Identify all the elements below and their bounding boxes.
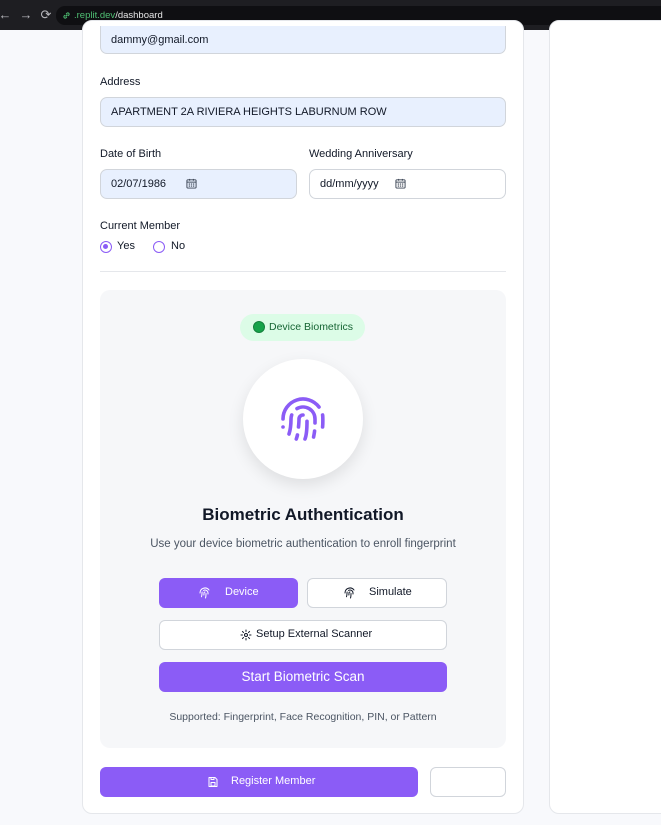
radio-yes[interactable]: [100, 241, 112, 253]
side-card: [549, 20, 661, 814]
simulate-button[interactable]: Simulate: [307, 578, 447, 608]
anniversary-placeholder: dd/mm/yyyy: [320, 178, 379, 190]
reload-icon[interactable]: ⟳: [38, 7, 54, 23]
radio-no-label[interactable]: No: [171, 240, 185, 252]
fingerprint-icon: [199, 587, 210, 599]
start-biometric-scan-button[interactable]: Start Biometric Scan: [159, 662, 447, 692]
radio-yes-label[interactable]: Yes: [117, 240, 135, 252]
divider: [100, 271, 506, 272]
supported-methods-text: Supported: Fingerprint, Face Recognition…: [169, 711, 437, 723]
dob-input[interactable]: 02/07/1986: [100, 169, 297, 199]
address-label: Address: [100, 76, 141, 88]
address-input[interactable]: APARTMENT 2A RIVIERA HEIGHTS LABURNUM RO…: [100, 97, 506, 127]
setup-external-scanner-button[interactable]: Setup External Scanner: [159, 620, 447, 650]
biometric-title: Biometric Authentication: [202, 505, 404, 524]
email-input[interactable]: dammy@gmail.com: [100, 26, 506, 54]
register-member-label: Register Member: [231, 775, 316, 787]
calendar-icon[interactable]: [186, 178, 197, 189]
link-icon: [63, 12, 70, 19]
secondary-button[interactable]: [430, 767, 506, 797]
start-scan-label: Start Biometric Scan: [241, 669, 365, 684]
fingerprint-icon: [281, 397, 325, 441]
anniversary-label: Wedding Anniversary: [309, 148, 413, 160]
calendar-icon[interactable]: [395, 178, 406, 189]
current-member-label: Current Member: [100, 220, 181, 232]
biometric-subtitle: Use your device biometric authentication…: [150, 538, 456, 550]
save-icon: [208, 777, 218, 787]
dob-label: Date of Birth: [100, 148, 162, 160]
badge-label: Device Biometrics: [269, 321, 354, 333]
dob-value: 02/07/1986: [111, 178, 167, 190]
external-scanner-label: Setup External Scanner: [256, 628, 373, 640]
simulate-button-label: Simulate: [369, 586, 412, 598]
register-member-button[interactable]: Register Member: [100, 767, 418, 797]
gear-icon: [240, 629, 252, 641]
device-button-label: Device: [225, 586, 259, 598]
back-arrow-icon[interactable]: ←: [0, 7, 13, 23]
device-biometrics-badge: Device Biometrics: [240, 314, 365, 341]
anniversary-input[interactable]: dd/mm/yyyy: [309, 169, 506, 199]
radio-no[interactable]: [153, 241, 165, 253]
forward-arrow-icon[interactable]: →: [18, 7, 34, 23]
fingerprint-icon: [344, 587, 355, 599]
device-button[interactable]: Device: [159, 578, 298, 608]
status-dot-icon: [253, 321, 265, 333]
